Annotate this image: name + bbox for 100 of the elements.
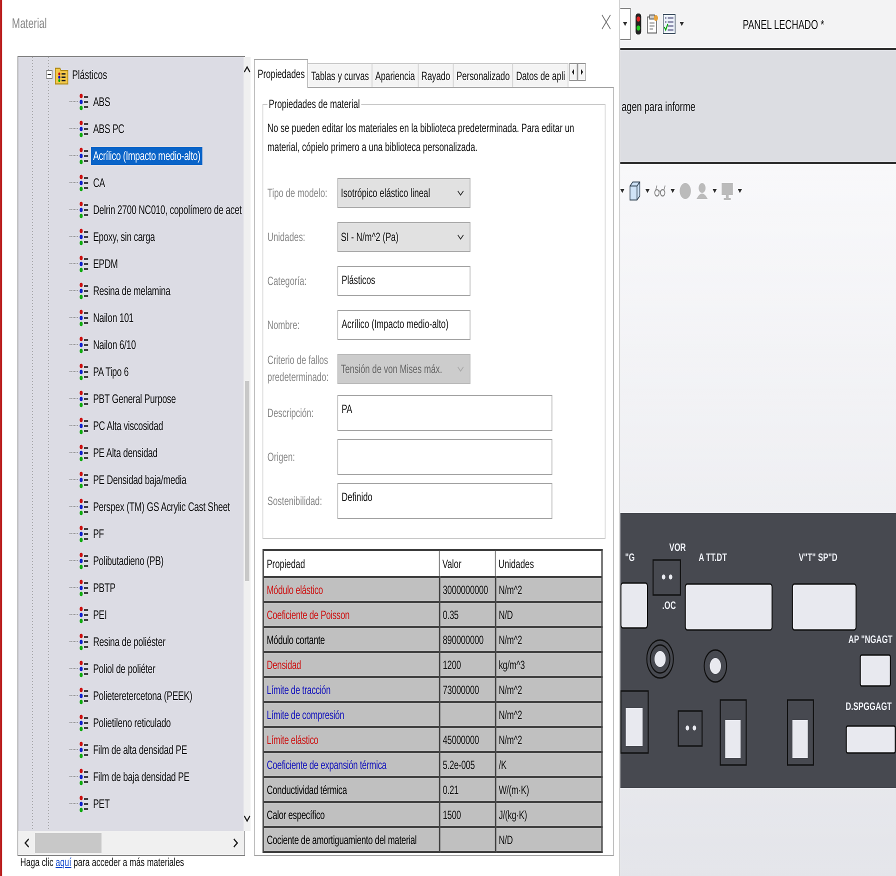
tree-item[interactable]: PET [91, 794, 112, 812]
tree-item[interactable]: Perspex (TM) GS Acrylic Cast Sheet [91, 498, 232, 516]
table-cell: Conductividad térmica [263, 777, 440, 802]
tree-item[interactable]: Film de baja densidad PE [91, 768, 192, 786]
tab-scroll-left-icon[interactable] [569, 63, 578, 81]
table-cell: 0.21 [439, 777, 496, 802]
material-icon [78, 578, 88, 596]
table-cell [439, 702, 496, 727]
display-window [620, 582, 648, 629]
table-cell: 0.35 [439, 602, 496, 627]
panel-label: AP "NGAGT [848, 634, 892, 646]
caret-icon[interactable] [645, 189, 650, 193]
tree-item[interactable]: PEI [91, 606, 109, 624]
scroll-thumb[interactable] [245, 381, 250, 581]
more-materials-link[interactable]: aquí [56, 857, 72, 869]
tree-item[interactable]: PF [91, 524, 106, 542]
text-field[interactable]: PA [337, 395, 552, 431]
table-cell: /K [495, 752, 602, 777]
field-label: Descripción: [267, 404, 315, 422]
tree-item[interactable]: Poliol de poliéter [91, 660, 158, 678]
scroll-down-icon[interactable] [244, 815, 251, 823]
tree-item[interactable]: Resina de melamina [91, 282, 172, 300]
tree-item[interactable]: PBT General Purpose [91, 390, 178, 408]
text-field[interactable]: Plásticos [337, 266, 470, 296]
tree-item[interactable]: PA Tipo 6 [91, 362, 131, 380]
table-cell: N/m^2 [495, 702, 602, 727]
caret-icon[interactable] [738, 189, 742, 193]
tab[interactable]: Propiedades [254, 59, 308, 88]
tab[interactable]: Personalizado [453, 63, 514, 88]
field-label: Unidades: [267, 228, 306, 246]
material-icon [78, 308, 88, 326]
horizontal-scrollbar[interactable] [18, 831, 244, 855]
tree-item[interactable]: Film de alta densidad PE [91, 740, 190, 758]
caret-icon[interactable] [712, 189, 717, 193]
tree-item[interactable]: CA [91, 174, 108, 192]
tree-item[interactable]: Epoxy, sin carga [91, 228, 157, 246]
tree-item[interactable]: ABS PC [91, 120, 126, 138]
tree-item[interactable]: PE Alta densidad [91, 444, 160, 462]
material-icon [78, 768, 88, 786]
tab[interactable]: Rayado [418, 63, 454, 88]
checklist-icon[interactable] [662, 14, 676, 34]
table-cell: N/m^2 [495, 577, 602, 602]
knob [704, 649, 728, 683]
chevron-down-icon [457, 190, 464, 196]
scroll-right-icon[interactable] [233, 838, 239, 848]
tree-item[interactable]: Nailon 6/10 [91, 336, 138, 354]
ribbon-label[interactable]: agen para informe [620, 98, 696, 114]
scroll-up-icon[interactable] [244, 65, 251, 73]
table-cell: Módulo elástico [263, 577, 440, 602]
cube-icon[interactable] [628, 181, 642, 201]
tree-item[interactable]: Polibutadieno (PB) [91, 552, 166, 570]
tab-scroll-right-icon[interactable] [578, 63, 586, 81]
text-field[interactable]: Definido [337, 483, 552, 519]
text-field[interactable]: Acrílico (Impacto medio-alto) [337, 310, 470, 340]
text-field[interactable] [337, 439, 552, 475]
close-icon[interactable] [601, 14, 612, 30]
vertical-scrollbar[interactable] [244, 57, 251, 831]
table-cell: 5.2e-005 [439, 752, 496, 777]
tree-item[interactable]: Delrin 2700 NC010, copolímero de acet [91, 200, 244, 218]
tab[interactable]: Tablas y curvas [308, 63, 372, 88]
tree-item[interactable]: Plásticos [70, 68, 109, 82]
tree-item[interactable]: ABS [91, 92, 112, 110]
tree-item[interactable]: PBTP [91, 578, 118, 596]
collapse-icon[interactable] [46, 70, 52, 79]
material-icon [78, 714, 88, 732]
panel-label: VOR [669, 542, 686, 554]
material-icon [78, 200, 88, 218]
material-icon [78, 498, 88, 516]
material-icon [78, 390, 88, 408]
dropdown[interactable]: Isotrópico elástico lineal [337, 178, 470, 208]
tree-item[interactable]: PC Alta viscosidad [91, 416, 166, 434]
tree-item[interactable]: Nailon 101 [91, 308, 136, 326]
display-window [792, 583, 857, 631]
tree-item[interactable]: PE Densidad baja/media [91, 470, 188, 488]
clipboard-icon[interactable] [646, 14, 659, 34]
tab[interactable]: Apariencia [372, 63, 418, 88]
material-icon [78, 524, 88, 542]
table-cell: Cociente de amortiguamiento del material [263, 827, 440, 852]
dropdown[interactable]: SI - N/m^2 (Pa) [337, 222, 470, 252]
field-label: Tipo de modelo: [267, 184, 328, 202]
scroll-left-icon[interactable] [24, 838, 30, 848]
button-housing [620, 690, 649, 754]
table-cell: Coeficiente de Poisson [263, 602, 440, 627]
traffic-light-icon[interactable] [634, 13, 642, 35]
table-cell: 890000000 [439, 627, 496, 652]
scroll-thumb[interactable] [35, 833, 102, 853]
group-title: Propiedades de material [267, 97, 362, 111]
caret-icon[interactable] [670, 189, 675, 193]
tree-item[interactable]: Acrílico (Impacto medio-alto) [91, 146, 202, 164]
caret-icon[interactable] [620, 189, 624, 193]
dropdown[interactable] [620, 8, 631, 40]
material-icon [78, 794, 88, 812]
tree-item[interactable]: Resina de poliéster [91, 632, 168, 650]
tree-item[interactable]: Polietileno reticulado [91, 714, 173, 732]
caret-icon[interactable] [680, 22, 684, 26]
table-cell: 1500 [439, 802, 496, 827]
tree-item[interactable]: EPDM [91, 254, 120, 272]
table-cell: N/m^2 [495, 627, 602, 652]
table-cell: kg/m^3 [495, 652, 602, 677]
tree-item[interactable]: Polieteretercetona (PEEK) [91, 686, 194, 704]
